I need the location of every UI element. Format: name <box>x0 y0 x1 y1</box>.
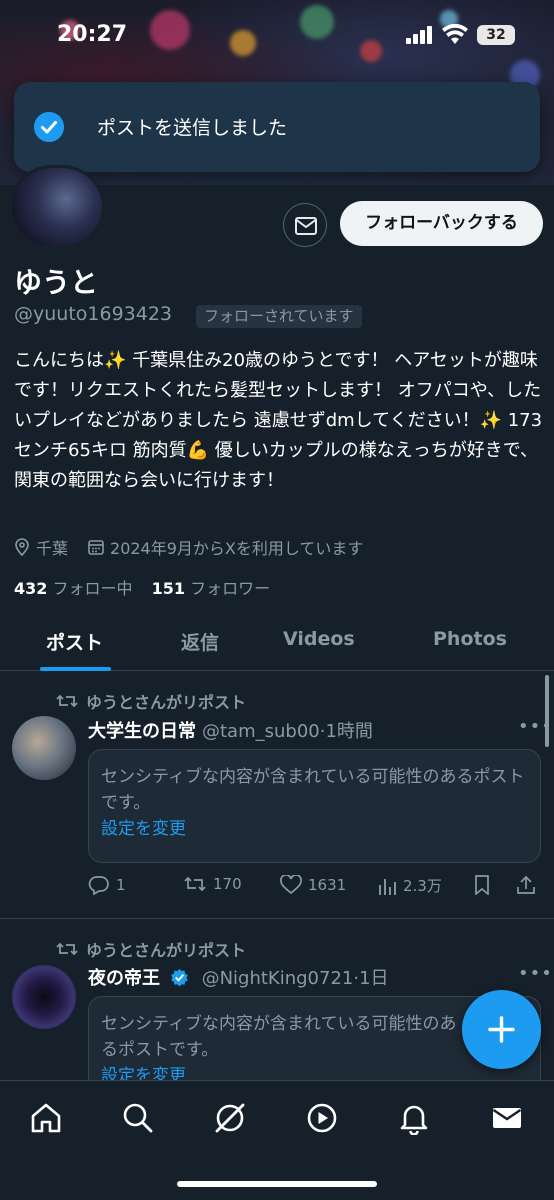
tab-videos[interactable]: Videos <box>283 628 355 650</box>
profile-bio: こんにちは✨ 千葉県住み20歳のゆうとです！ ヘアセットが趣味です！リクエストく… <box>14 350 543 491</box>
active-tab-indicator <box>40 667 111 671</box>
share-icon <box>517 875 535 894</box>
tab-photos[interactable]: Photos <box>433 628 507 650</box>
mail-icon <box>295 217 317 235</box>
change-settings-link[interactable]: 設定を変更 <box>101 816 528 842</box>
profile-name: ゆうと <box>14 266 99 299</box>
grok-icon[interactable] <box>213 1101 247 1135</box>
repost-label: ゆうとさんがリポスト <box>56 689 246 713</box>
bookmark-button[interactable] <box>473 875 497 895</box>
check-circle-icon <box>34 112 64 142</box>
like-button[interactable]: 1631 <box>280 875 346 895</box>
signal-icon <box>406 26 434 44</box>
repost-label: ゆうとさんがリポスト <box>56 937 246 961</box>
reply-icon <box>88 876 109 895</box>
repost-icon <box>56 942 78 956</box>
post-divider <box>0 918 554 919</box>
profile-avatar[interactable] <box>9 165 105 249</box>
bell-icon[interactable] <box>397 1101 431 1135</box>
reply-button[interactable]: 1 <box>88 875 126 895</box>
home-icon[interactable] <box>29 1101 63 1135</box>
search-icon[interactable] <box>121 1101 155 1135</box>
following-link[interactable]: 432 フォロー中 <box>14 579 133 598</box>
followers-link[interactable]: 151 フォロワー <box>152 579 271 598</box>
heart-icon <box>280 875 302 895</box>
toast-notification: ポストを送信しました <box>14 82 540 172</box>
post-author[interactable]: 夜の帝王 @NightKing0721·1日 <box>88 964 389 990</box>
profile-stats: 432 フォロー中 151 フォロワー <box>14 575 270 599</box>
tab-replies[interactable]: 返信 <box>181 628 219 655</box>
mail-icon[interactable] <box>490 1101 524 1135</box>
status-time: 20:27 <box>57 22 128 47</box>
more-options-icon[interactable]: ••• <box>518 963 553 984</box>
share-button[interactable] <box>516 875 542 895</box>
sensitive-text: センシティブな内容が含まれている可能性のあるポストです。 <box>101 767 525 813</box>
verified-badge-icon <box>171 968 189 987</box>
more-options-icon[interactable]: ••• <box>518 716 553 737</box>
repost-icon <box>184 876 206 892</box>
post-avatar[interactable] <box>12 716 76 780</box>
repost-icon <box>56 694 78 708</box>
follows-you-badge: フォローされています <box>196 305 362 328</box>
plus-icon <box>488 1016 515 1043</box>
post-actions: 1 170 1631 2.3万 <box>88 875 548 901</box>
profile-tabs: ポスト 返信 Videos Photos <box>0 620 554 671</box>
status-bar: 20:27 32 <box>0 0 554 70</box>
location-icon <box>15 538 29 556</box>
home-indicator <box>177 1181 377 1187</box>
toast-message: ポストを送信しました <box>97 117 288 139</box>
profile-meta: 千葉 2024年9月からXを利用しています <box>14 535 363 559</box>
post-author[interactable]: 大学生の日常 @tam_sub00·1時間 <box>88 717 373 743</box>
tab-posts[interactable]: ポスト <box>46 628 103 655</box>
post-avatar[interactable] <box>12 965 76 1029</box>
profile-handle: @yuuto1693423 <box>14 303 173 325</box>
follow-back-button[interactable]: フォローバックする <box>340 201 543 246</box>
profile-location: 千葉 <box>36 539 69 558</box>
wifi-icon <box>442 24 468 44</box>
repost-button[interactable]: 170 <box>183 875 242 893</box>
compose-post-button[interactable] <box>462 990 541 1069</box>
profile-joined: 2024年9月からXを利用しています <box>110 539 364 558</box>
views-icon <box>379 878 396 895</box>
battery-indicator: 32 <box>477 25 515 45</box>
play-icon[interactable] <box>305 1101 339 1135</box>
bookmark-icon <box>475 875 489 895</box>
sensitive-text: センシティブな内容が含まれている可能性のあるポストです。 <box>101 1014 457 1060</box>
sensitive-content-warning: センシティブな内容が含まれている可能性のあるポストです。 設定を変更 <box>88 749 541 863</box>
message-button[interactable] <box>283 203 327 247</box>
calendar-icon <box>88 540 104 555</box>
views-button[interactable]: 2.3万 <box>377 875 442 896</box>
